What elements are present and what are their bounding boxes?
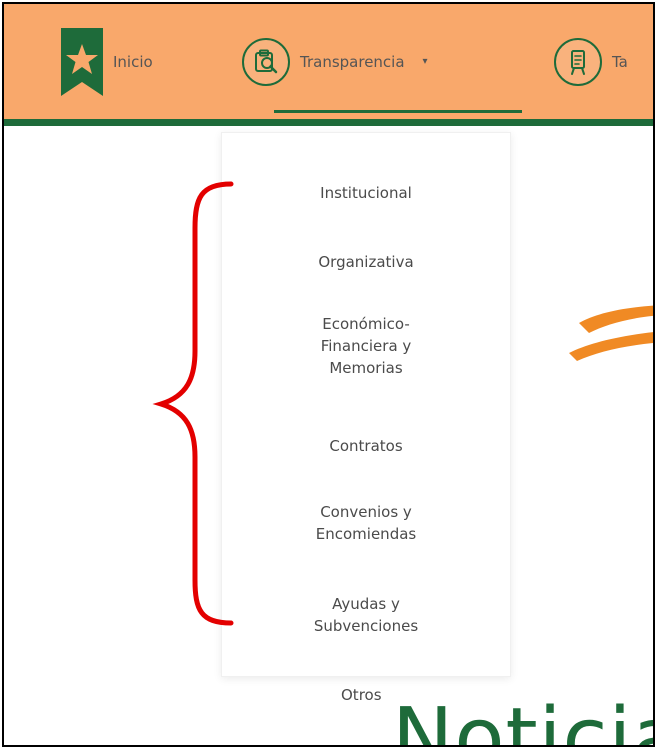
dropdown-item-convenios[interactable]: Convenios y Encomiendas bbox=[222, 501, 510, 545]
active-tab-underline bbox=[274, 110, 522, 113]
dropdown-item-institucional[interactable]: Institucional bbox=[222, 182, 510, 204]
nav-label-transparencia: Transparencia bbox=[300, 52, 405, 71]
nav-label-ta: Ta bbox=[612, 52, 628, 71]
dropdown-item-organizativa[interactable]: Organizativa bbox=[222, 251, 510, 273]
clipboard-search-icon bbox=[242, 37, 290, 86]
star-badge-icon bbox=[61, 27, 103, 96]
red-curly-brace-annotation bbox=[152, 181, 234, 626]
top-navbar: Inicio Transparencia ▾ Ta bbox=[4, 4, 653, 126]
nav-item-ta[interactable]: Ta bbox=[554, 4, 628, 119]
screenshot-frame: Inicio Transparencia ▾ Ta Institucional … bbox=[2, 2, 655, 747]
dropdown-item-contratos[interactable]: Contratos bbox=[222, 435, 510, 457]
chevron-down-icon: ▾ bbox=[422, 56, 428, 67]
document-stand-icon bbox=[554, 37, 602, 86]
section-heading-noticias: Noticia bbox=[392, 691, 655, 747]
transparencia-dropdown: Institucional Organizativa Económico- Fi… bbox=[221, 132, 511, 677]
nav-item-transparencia[interactable]: Transparencia ▾ bbox=[242, 4, 428, 119]
orange-brand-mark bbox=[569, 305, 653, 361]
nav-item-inicio[interactable]: Inicio bbox=[61, 4, 153, 119]
dropdown-item-ayudas[interactable]: Ayudas y Subvenciones bbox=[222, 593, 510, 637]
nav-label-inicio: Inicio bbox=[113, 52, 153, 71]
nav-item-otros[interactable]: Otros bbox=[341, 685, 382, 705]
dropdown-item-economico-financiera[interactable]: Económico- Financiera y Memorias bbox=[222, 313, 510, 379]
